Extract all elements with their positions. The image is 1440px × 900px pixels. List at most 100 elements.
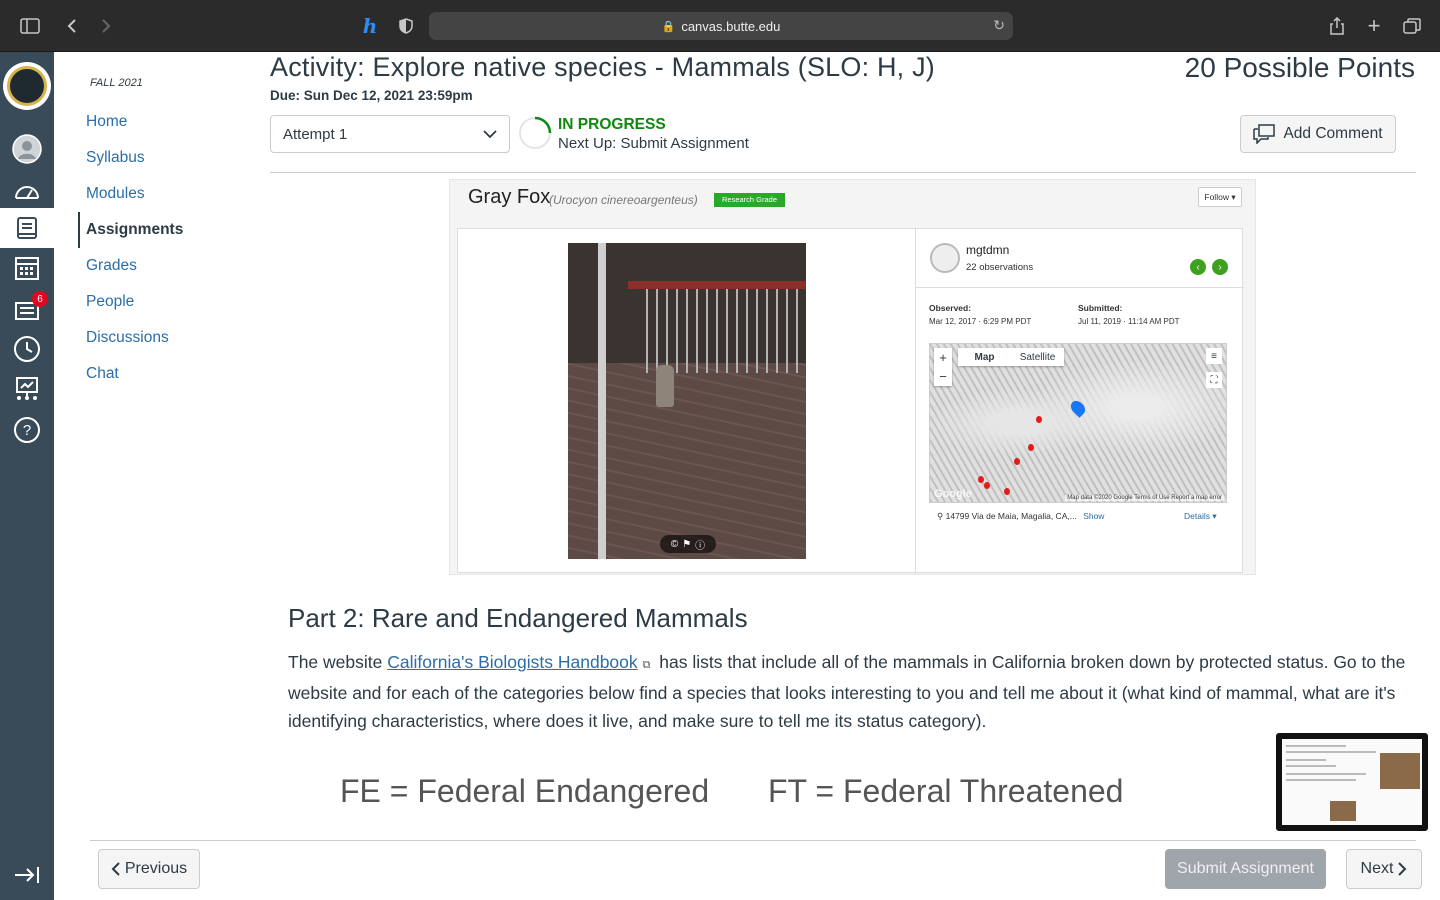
forward-icon[interactable] bbox=[94, 14, 118, 38]
inbox-badge: 6 bbox=[32, 291, 48, 307]
help-icon[interactable]: ? bbox=[0, 410, 54, 450]
sidebar-toggle-icon[interactable] bbox=[18, 14, 42, 38]
dashboard-icon[interactable] bbox=[0, 170, 54, 210]
tab-overview-icon[interactable] bbox=[1400, 14, 1424, 38]
course-nav-grades[interactable]: Grades bbox=[78, 248, 248, 284]
submitted-value: Jul 11, 2019 · 11:14 AM PDT bbox=[1078, 317, 1180, 326]
previous-observation-icon: ‹ bbox=[1190, 259, 1206, 275]
observer-avatar bbox=[930, 243, 960, 273]
possible-points: 20 Possible Points bbox=[1184, 52, 1415, 83]
course-nav-home[interactable]: Home bbox=[78, 104, 248, 140]
svg-text:?: ? bbox=[23, 422, 31, 439]
flag-icon: ⚑ bbox=[682, 538, 692, 550]
observation-panel: © ⚑ ⓘ mgtdmn 22 observations ‹ › Observed:… bbox=[457, 228, 1244, 574]
zoom-in-icon: + bbox=[939, 350, 947, 365]
nearby-pin-icon bbox=[1004, 488, 1010, 495]
google-logo: Google bbox=[934, 488, 972, 500]
previous-button[interactable]: Previous bbox=[98, 849, 200, 889]
external-link-icon: ⧉ bbox=[642, 659, 651, 671]
section-heading: Part 2: Rare and Endangered Mammals bbox=[288, 603, 748, 633]
biologists-handbook-link[interactable]: California's Biologists Handbook bbox=[387, 652, 637, 672]
commons-icon[interactable] bbox=[0, 369, 54, 409]
previous-label: Previous bbox=[124, 860, 188, 877]
fox-figure bbox=[656, 365, 674, 407]
observation-image: Gray Fox (Urocyon cinereoargenteus) Rese… bbox=[449, 179, 1256, 575]
submit-label: Submit Assignment bbox=[1177, 860, 1314, 877]
address-text: 14799 Via de Maia, Magalia, CA,... bbox=[945, 511, 1077, 521]
map-zoom-controls: + − bbox=[934, 348, 952, 386]
layers-icon: ≡ bbox=[1206, 348, 1222, 364]
browser-toolbar: h 🔒 canvas.butte.edu ↻ + bbox=[0, 0, 1440, 52]
satellite-tab: Satellite bbox=[1019, 351, 1056, 363]
submission-status: IN PROGRESS Next Up: Submit Assignment bbox=[558, 116, 749, 152]
next-button[interactable]: Next bbox=[1346, 849, 1422, 889]
observer-observation-count: 22 observations bbox=[966, 262, 1034, 273]
category-federal-endangered: FE = Federal Endangered bbox=[340, 773, 710, 809]
submitted-label: Submitted: bbox=[1078, 303, 1123, 313]
inbox-icon[interactable]: 6 bbox=[0, 289, 54, 329]
observed-label: Observed: bbox=[929, 303, 972, 313]
show-link: Show bbox=[1083, 511, 1105, 521]
course-navigation: Home Syllabus Modules Assignments Grades… bbox=[78, 104, 248, 392]
photo-controls: © ⚑ ⓘ bbox=[660, 535, 716, 553]
account-icon[interactable] bbox=[0, 129, 54, 169]
map-tab: Map bbox=[974, 351, 995, 363]
observation-address: ⚲ 14799 Via de Maia, Magalia, CA,... Sho… bbox=[937, 511, 1104, 522]
next-observation-icon: › bbox=[1212, 259, 1228, 275]
assignment-title: Activity: Explore native species - Mamma… bbox=[270, 52, 935, 82]
chevron-right-icon bbox=[1398, 862, 1407, 876]
address-bar[interactable]: 🔒 canvas.butte.edu ↻ bbox=[429, 12, 1013, 40]
chevron-down-icon bbox=[483, 129, 497, 138]
category-federal-threatened: FT = Federal Threatened bbox=[768, 773, 1124, 809]
new-tab-icon[interactable]: + bbox=[1362, 13, 1386, 38]
nearby-pin-icon bbox=[1028, 444, 1034, 451]
share-icon[interactable] bbox=[1325, 14, 1349, 38]
next-up-text: Next Up: Submit Assignment bbox=[558, 135, 749, 152]
history-icon[interactable] bbox=[0, 329, 54, 369]
footer-divider bbox=[90, 840, 1416, 841]
instructions-paragraph: The website California's Biologists Hand… bbox=[288, 648, 1414, 735]
observed-value: Mar 12, 2017 · 6:29 PM PDT bbox=[929, 317, 1032, 326]
comment-icon bbox=[1253, 124, 1276, 144]
map-type-toggle: Map Satellite bbox=[958, 348, 1064, 366]
hypothesis-extension-icon[interactable]: h bbox=[358, 14, 382, 38]
species-scientific-name: (Urocyon cinereoargenteus) bbox=[549, 193, 698, 207]
nearby-pin-icon bbox=[1014, 458, 1020, 465]
collapse-nav-icon[interactable] bbox=[0, 855, 54, 895]
follow-button: Follow ▾ bbox=[1198, 187, 1242, 207]
college-logo[interactable] bbox=[3, 62, 51, 110]
course-nav-syllabus[interactable]: Syllabus bbox=[78, 140, 248, 176]
attempt-select[interactable]: Attempt 1 bbox=[270, 115, 510, 153]
course-nav-assignments[interactable]: Assignments bbox=[78, 212, 248, 248]
course-nav-chat[interactable]: Chat bbox=[78, 356, 248, 392]
copyright-icon: © bbox=[670, 538, 679, 550]
attempt-label: Attempt 1 bbox=[283, 125, 348, 143]
add-comment-button[interactable]: Add Comment bbox=[1240, 115, 1396, 153]
courses-icon[interactable] bbox=[0, 208, 54, 248]
nearby-pin-icon bbox=[984, 482, 990, 489]
term-label: FALL 2021 bbox=[90, 77, 143, 89]
calendar-icon[interactable] bbox=[0, 248, 54, 288]
chevron-left-icon bbox=[111, 862, 120, 876]
screenshot-thumbnail[interactable] bbox=[1276, 733, 1428, 831]
header-divider bbox=[270, 172, 1416, 173]
map-marker-icon: ⚲ bbox=[937, 511, 944, 521]
species-common-name: Gray Fox bbox=[468, 186, 551, 208]
status-in-progress: IN PROGRESS bbox=[558, 116, 666, 133]
reload-icon[interactable]: ↻ bbox=[993, 17, 1005, 34]
course-nav-people[interactable]: People bbox=[78, 284, 248, 320]
progress-ring-icon bbox=[519, 116, 552, 149]
map-attribution: Map data ©2020 Google Terms of Use Repor… bbox=[1065, 495, 1224, 501]
course-nav-discussions[interactable]: Discussions bbox=[78, 320, 248, 356]
url-text: canvas.butte.edu bbox=[681, 18, 781, 34]
back-icon[interactable] bbox=[60, 14, 84, 38]
info-icon: ⓘ bbox=[695, 540, 706, 552]
due-date: Due: Sun Dec 12, 2021 23:59pm bbox=[270, 88, 473, 103]
submit-assignment-button[interactable]: Submit Assignment bbox=[1165, 849, 1326, 889]
gray-fox-photo: © ⚑ ⓘ bbox=[568, 243, 806, 559]
global-navigation: 6 ? bbox=[0, 52, 54, 900]
course-nav-modules[interactable]: Modules bbox=[78, 176, 248, 212]
fullscreen-icon: ⛶ bbox=[1206, 372, 1222, 388]
zoom-out-icon: − bbox=[939, 369, 947, 384]
privacy-shield-icon[interactable] bbox=[394, 14, 418, 38]
